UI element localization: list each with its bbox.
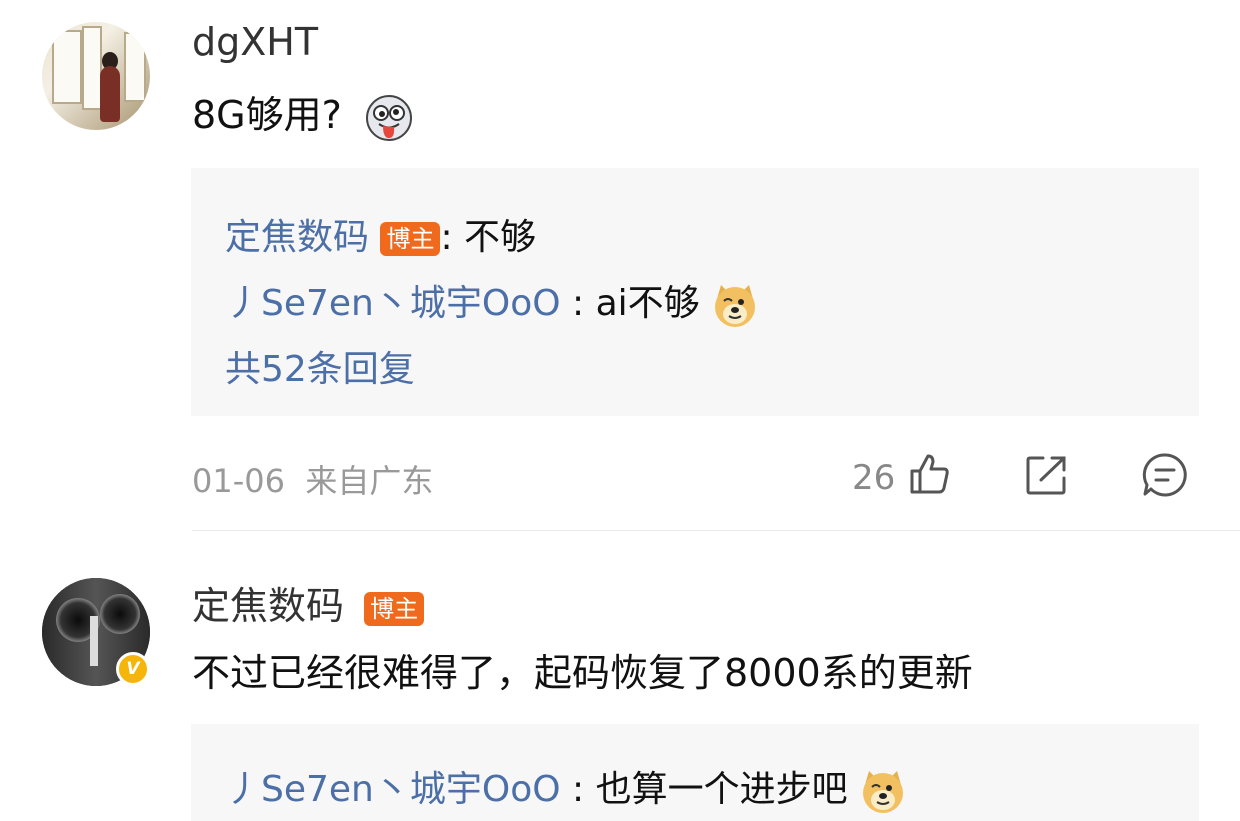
share-icon[interactable] <box>1025 454 1069 496</box>
more-replies-link[interactable]: 共52条回复 <box>225 340 415 392</box>
doge-emoji <box>715 285 756 327</box>
reply-item: 定焦数码 博主: 不够 <box>225 208 536 260</box>
comment-text-body: 8G够用? <box>192 93 342 137</box>
blogger-badge: 博主 <box>380 222 441 256</box>
comment-location: 来自广东 <box>305 462 434 500</box>
comment-meta: 01-06 来自广东 <box>192 456 433 502</box>
comment-username[interactable]: dgXHT <box>192 20 318 64</box>
comment-username: 定焦数码 博主 <box>192 575 425 630</box>
reply-preview-box[interactable]: 定焦数码 博主: 不够 丿Se7en丶城宇OoO : ai不够 共52条回复 <box>191 168 1199 416</box>
comment-icon[interactable] <box>1142 452 1188 498</box>
reply-item: 丿Se7en丶城宇OoO : ai不够 <box>225 274 759 329</box>
reply-author[interactable]: 丿Se7en丶城宇OoO <box>225 283 561 324</box>
reply-text: : 不够 <box>440 217 537 258</box>
user-avatar[interactable] <box>42 22 150 130</box>
comment-date: 01-06 <box>192 462 285 500</box>
reply-author[interactable]: 丿Se7en丶城宇OoO <box>225 769 561 810</box>
reply-text: : ai不够 <box>560 283 700 324</box>
comment-text: 8G够用? <box>192 84 414 143</box>
tongue-out-face-emoji <box>365 94 412 141</box>
reply-item: 丿Se7en丶城宇OoO : 也算一个进步吧 <box>225 760 907 815</box>
reply-preview-box[interactable]: 丿Se7en丶城宇OoO : 也算一个进步吧 <box>191 724 1199 821</box>
reply-author[interactable]: 定焦数码 <box>225 217 369 258</box>
like-count: 26 <box>852 458 896 498</box>
comment-divider <box>192 530 1240 531</box>
comment-username-text[interactable]: 定焦数码 <box>192 584 344 628</box>
reply-text: : 也算一个进步吧 <box>560 769 848 810</box>
blogger-badge: 博主 <box>364 591 425 626</box>
doge-emoji <box>863 771 904 813</box>
verified-badge: V <box>116 652 150 686</box>
comment-text: 不过已经很难得了，起码恢复了8000系的更新 <box>192 651 973 695</box>
thumbs-up-icon[interactable] <box>908 452 952 496</box>
